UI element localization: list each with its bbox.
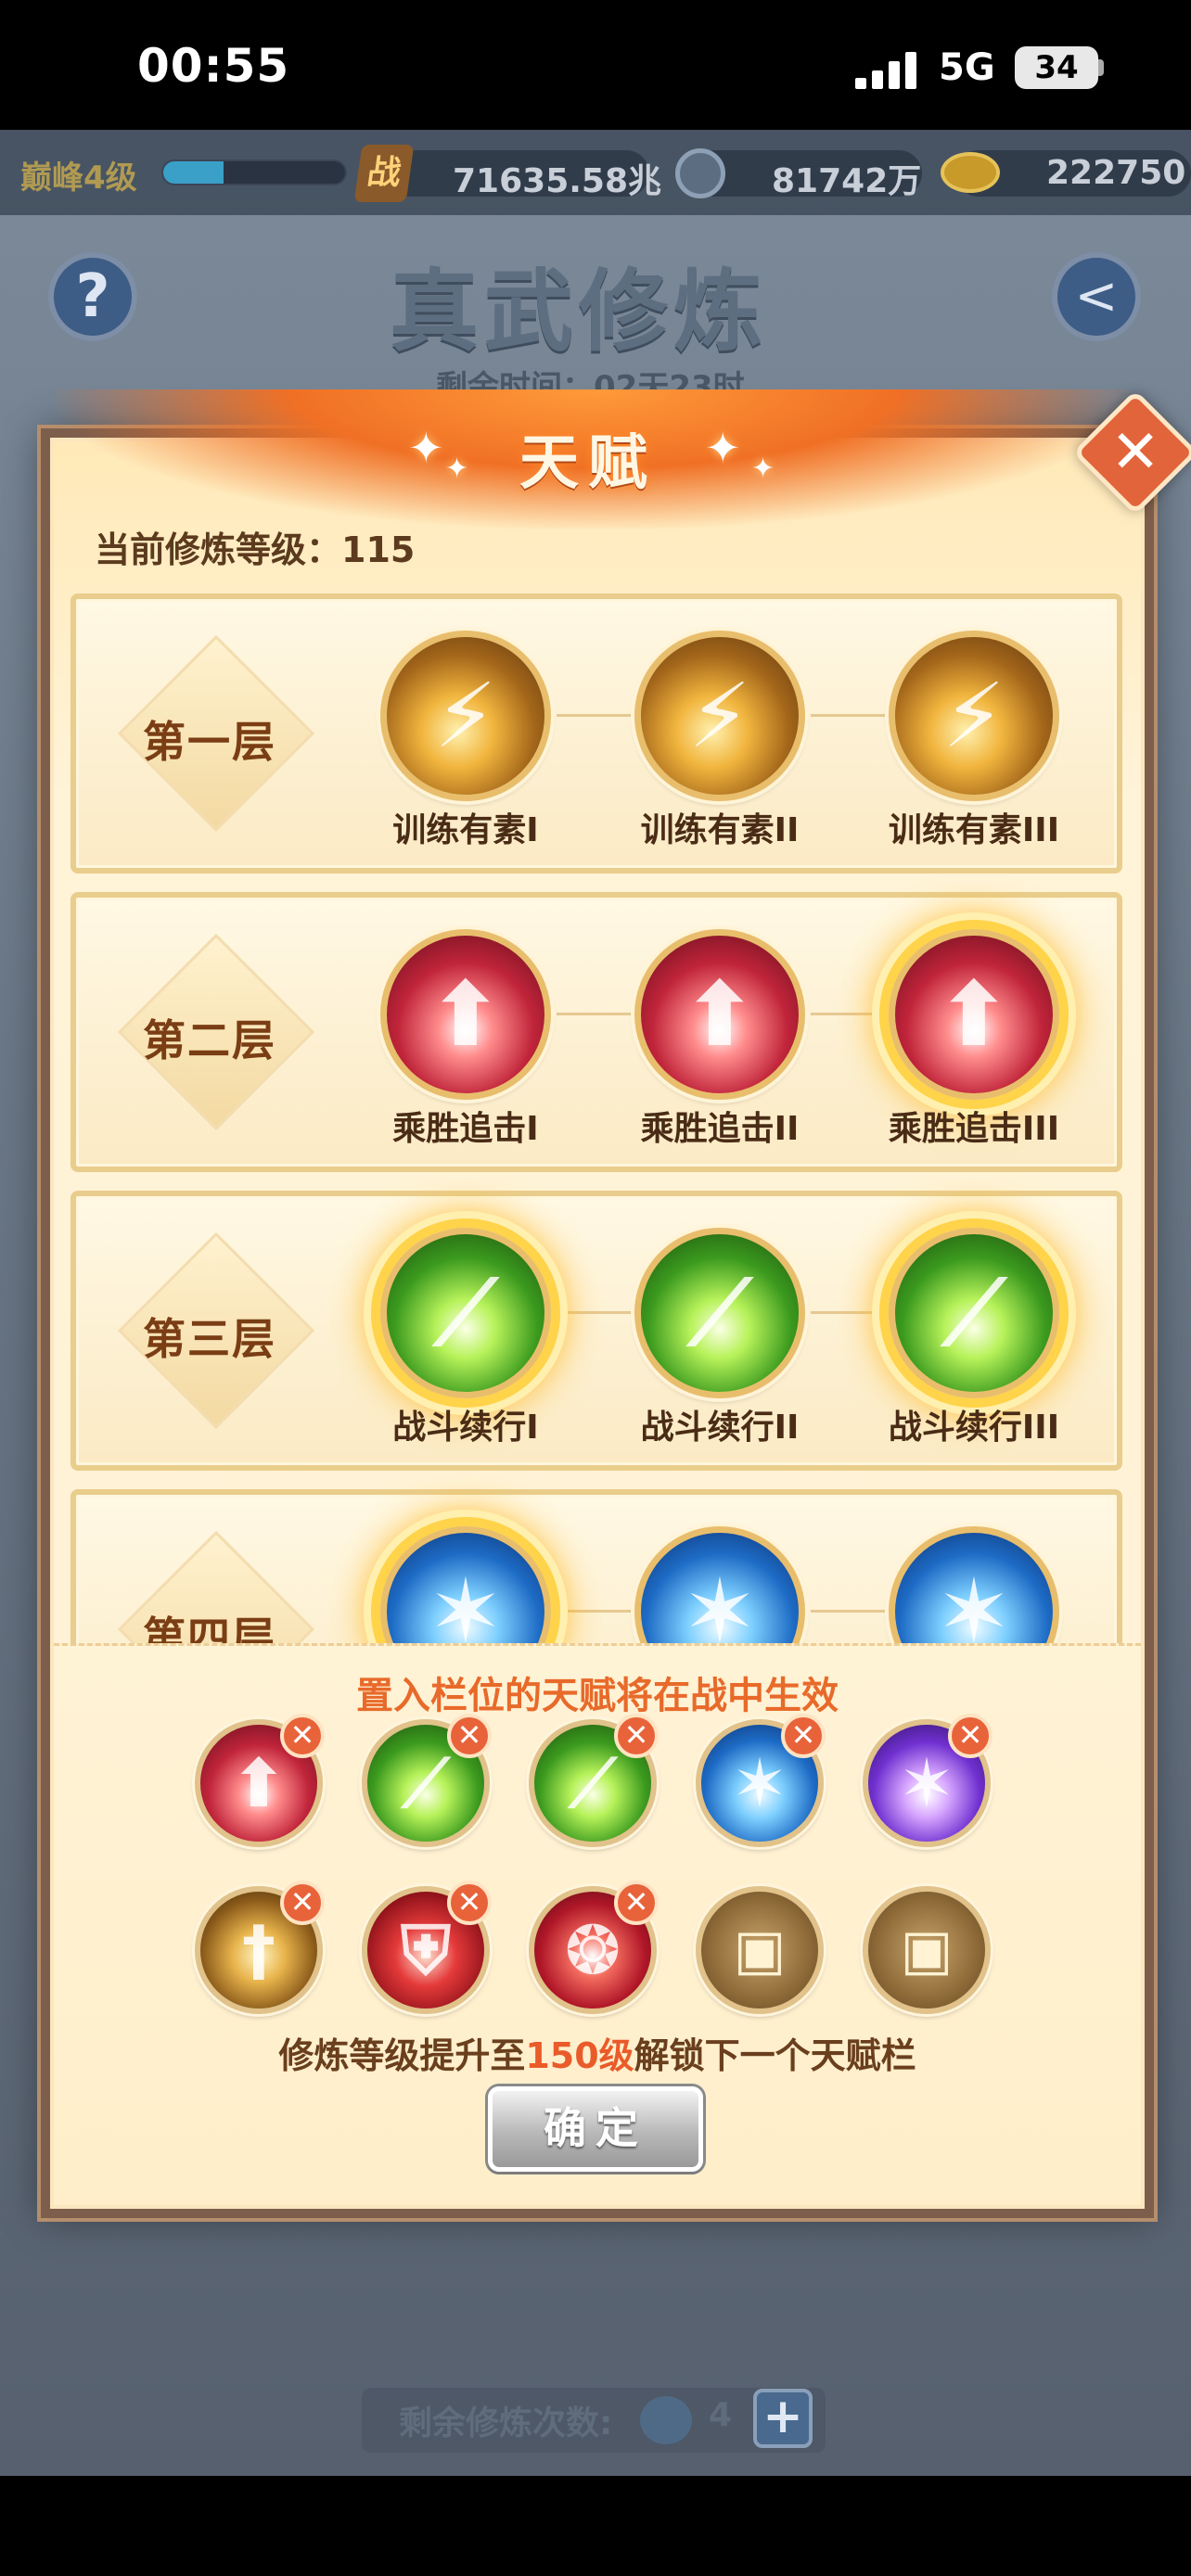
skill-glyph-icon: ⬆ [936,963,1012,1066]
skill-glyph-icon: ⚡ [688,664,751,768]
locked-talent-slot[interactable]: ▣ [863,1886,991,2014]
skill-glyph-icon: ✶ [428,1560,504,1643]
skill-glyph-icon: ⚡ [942,664,1005,768]
talent-skill-icon[interactable]: ⚡ [889,631,1059,801]
talent-skill-name: 训练有素II [640,811,800,849]
talent-skill-icon[interactable]: ⬆ [634,929,805,1100]
unlock-note: 修炼等级提升至150级解锁下一个天赋栏 [54,2027,1141,2078]
talent-skill-name: 战斗续行I [392,1409,539,1447]
talent-skill-icon[interactable]: ⚡ [634,631,805,801]
training-token-icon [640,2396,692,2444]
skill-glyph-icon: ✶ [682,1560,758,1643]
tier-connector [811,1311,894,1314]
remove-talent-icon[interactable]: ✕ [948,1714,992,1758]
talent-skill-icon[interactable]: ⟋ [634,1228,805,1398]
remove-talent-icon[interactable]: ✕ [447,1881,492,1925]
unlock-level: 150级 [525,2035,634,2076]
tier-connector [557,1610,640,1613]
skill-glyph-icon: ⬆ [682,963,758,1066]
attempts-count: 4 [709,2396,733,2434]
talent-skill-icon[interactable]: ⟋ [380,1228,551,1398]
skill-glyph-icon: ⟋ [434,1261,497,1365]
remove-talent-icon[interactable]: ✕ [447,1714,492,1758]
tier-connector [811,714,894,717]
tier-connector [557,1311,640,1314]
tier-label: 第四层 [143,1613,276,1643]
talent-tier-list[interactable]: 第一层 ⚡ 训练有素I ⚡ 训练有素II ⚡ 训练有素III 第二层 ⬆ 乘胜追击I ⬆ 乘胜追击II… [0,0,1191,1643]
talent-skill-name: 训练有素I [392,811,539,849]
talent-skill-name: 乘胜追击III [888,1110,1060,1148]
home-indicator-area [0,2476,1191,2576]
tier-connector [811,1610,894,1613]
talent-skill-icon[interactable]: ⬆ [889,929,1059,1100]
skill-glyph-icon: ✶ [936,1560,1012,1643]
tier-connector [557,1013,640,1015]
tier-connector [557,714,640,717]
attempts-label: 剩余修炼次数: [399,2404,613,2442]
talent-skill-name: 训练有素III [888,811,1060,849]
talent-skill-name: 战斗续行II [640,1409,800,1447]
remove-talent-icon[interactable]: ✕ [280,1881,325,1925]
unlock-suffix: 解锁下一个天赋栏 [634,2035,916,2076]
talent-skill-name: 战斗续行III [888,1409,1060,1447]
talent-skill-icon[interactable]: ⚡ [380,631,551,801]
remove-talent-icon[interactable]: ✕ [614,1881,659,1925]
tier-label: 第三层 [143,1314,276,1364]
add-attempts-button[interactable]: + [753,2389,813,2448]
talent-skill-icon[interactable]: ⟋ [889,1228,1059,1398]
locked-talent-slot[interactable]: ▣ [696,1886,824,2014]
remove-talent-icon[interactable]: ✕ [614,1714,659,1758]
talent-skill-name: 乘胜追击II [640,1110,800,1148]
unlock-prefix: 修炼等级提升至 [278,2035,526,2076]
tier-label: 第一层 [143,717,276,767]
skill-glyph-icon: ⬆ [428,963,504,1066]
confirm-button[interactable]: 确定 [488,2086,703,2172]
skill-glyph-icon: ⟋ [688,1261,751,1365]
lock-icon: ▣ [733,1918,787,1983]
equip-note: 置入栏位的天赋将在战中生效 [356,1675,839,1717]
tier-label: 第二层 [143,1015,276,1065]
talent-skill-name: 乘胜追击I [392,1110,539,1148]
remove-talent-icon[interactable]: ✕ [280,1714,325,1758]
skill-glyph-icon: ⟋ [942,1261,1005,1365]
tier-connector [811,1013,894,1015]
lock-icon: ▣ [900,1918,954,1983]
remove-talent-icon[interactable]: ✕ [781,1714,826,1758]
skill-glyph-icon: ⚡ [434,664,497,768]
talent-skill-icon[interactable]: ⬆ [380,929,551,1100]
